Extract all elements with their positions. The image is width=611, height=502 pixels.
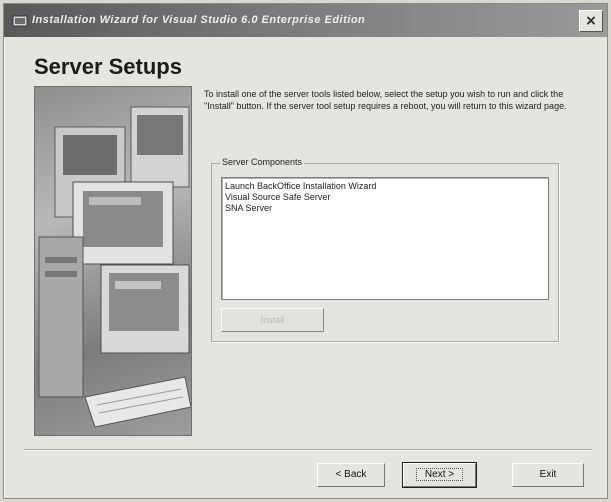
installer-icon bbox=[12, 15, 28, 27]
close-button[interactable]: × bbox=[579, 10, 603, 32]
exit-button[interactable]: Exit bbox=[512, 463, 584, 487]
wizard-window: Installation Wizard for Visual Studio 6.… bbox=[3, 3, 608, 499]
description-text: To install one of the server tools liste… bbox=[204, 89, 567, 111]
install-button[interactable]: Install bbox=[221, 308, 324, 332]
list-item[interactable]: Visual Source Safe Server bbox=[222, 192, 548, 203]
list-item[interactable]: Launch BackOffice Installation Wizard bbox=[222, 181, 548, 192]
server-components-label: Server Components bbox=[220, 157, 305, 167]
next-button-label: Next > bbox=[415, 468, 464, 481]
next-button[interactable]: Next > bbox=[402, 462, 477, 488]
title-bar[interactable]: Installation Wizard for Visual Studio 6.… bbox=[4, 4, 607, 37]
server-components-group: Server Components Launch BackOffice Inst… bbox=[211, 157, 559, 342]
footer-divider bbox=[24, 449, 592, 451]
page-title: Server Setups bbox=[34, 54, 182, 79]
list-item[interactable]: SNA Server bbox=[222, 203, 548, 214]
server-components-list[interactable]: Launch BackOffice Installation Wizard Vi… bbox=[221, 177, 549, 300]
back-button[interactable]: < Back bbox=[317, 463, 385, 487]
close-icon: × bbox=[585, 13, 597, 29]
computers-illustration bbox=[34, 86, 192, 436]
monitors-image bbox=[38, 106, 191, 428]
window-title: Installation Wizard for Visual Studio 6.… bbox=[32, 14, 366, 26]
